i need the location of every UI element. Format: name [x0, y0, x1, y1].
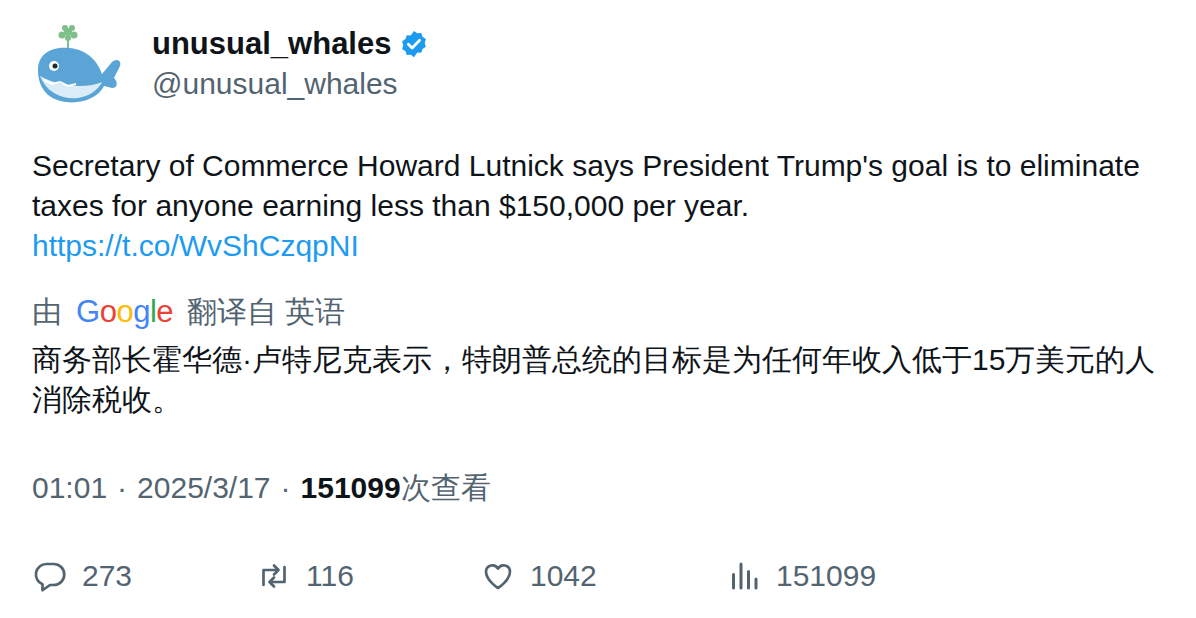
author-names: unusual_whales@unusual_whales [152, 24, 429, 104]
google-logo[interactable]: Google [76, 292, 173, 332]
like-button[interactable]: 1042 [480, 556, 726, 596]
views-number: 151099 [301, 471, 401, 504]
like-icon[interactable] [480, 558, 516, 594]
tweet-meta: 01:01·2025/3/17·151099次查看 [32, 468, 1164, 508]
tweet-text: Secretary of Commerce Howard Lutnick say… [32, 146, 1164, 266]
separator: · [117, 468, 127, 508]
view-count: 151099次查看 [301, 468, 491, 508]
translation-header: 由 Google 翻译自 英语 [32, 292, 1164, 332]
whale-avatar-icon[interactable] [32, 22, 124, 106]
retweet-count: 116 [306, 556, 354, 596]
tweet-link[interactable]: https://t.co/WvShCzqpNI [32, 226, 1164, 266]
tweet-date[interactable]: 2025/3/17 [137, 468, 270, 508]
views-label: 次查看 [401, 471, 491, 504]
views-button[interactable]: 151099 [726, 556, 950, 596]
reply-icon[interactable] [32, 558, 68, 594]
tweet-body: Secretary of Commerce Howard Lutnick say… [32, 149, 1140, 222]
retweet-icon[interactable] [256, 558, 292, 594]
retweet-button[interactable]: 116 [256, 556, 480, 596]
views-count: 151099 [776, 556, 876, 596]
views-icon[interactable] [726, 558, 762, 594]
translation-source: 翻译自 英语 [187, 292, 345, 332]
separator: · [281, 468, 291, 508]
tweet-time[interactable]: 01:01 [32, 468, 107, 508]
reply-button[interactable]: 273 [32, 556, 256, 596]
action-bar: 273 116 1042 151099 [32, 556, 1164, 596]
verified-badge-icon [399, 29, 429, 59]
name-row: unusual_whales [152, 24, 429, 64]
translation-prefix: 由 [32, 292, 62, 332]
tweet-header: unusual_whales@unusual_whales [32, 22, 1164, 106]
author-handle[interactable]: @unusual_whales [152, 64, 429, 104]
like-count: 1042 [530, 556, 597, 596]
reply-count: 273 [82, 556, 132, 596]
translation-text: 商务部长霍华德·卢特尼克表示，特朗普总统的目标是为任何年收入低于15万美元的人消… [32, 340, 1164, 420]
author-name[interactable]: unusual_whales [152, 24, 391, 64]
